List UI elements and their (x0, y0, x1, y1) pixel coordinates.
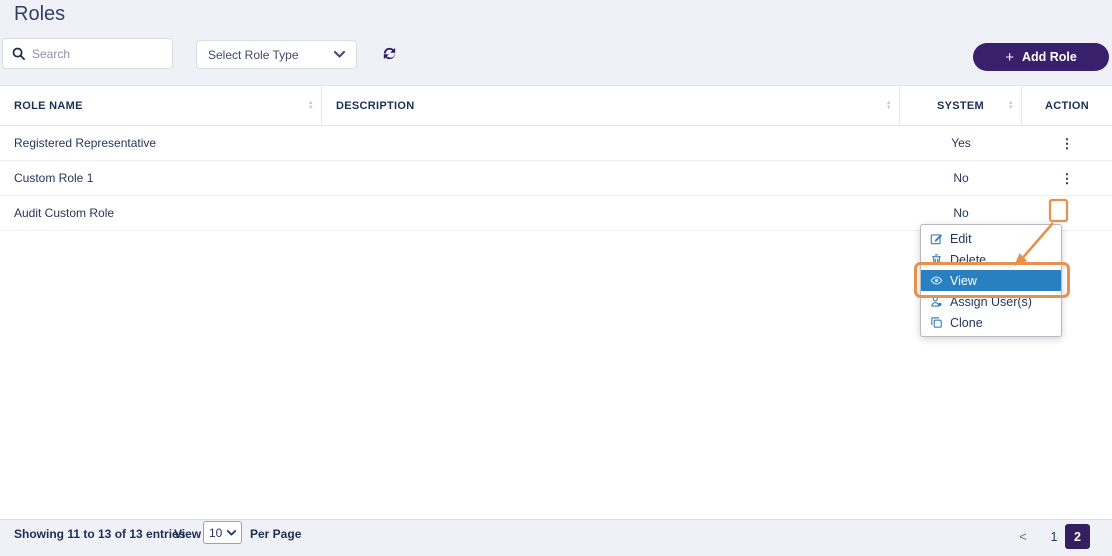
sort-icon[interactable]: ▲▼ (1008, 101, 1014, 111)
edit-icon (929, 232, 943, 246)
eye-icon (929, 274, 943, 288)
pagination-page-1-button[interactable]: 1 (1043, 524, 1065, 549)
sort-icon[interactable]: ▲▼ (886, 101, 892, 111)
system-cell: No (900, 171, 1022, 185)
role-name-cell: Audit Custom Role (0, 206, 322, 220)
menu-item-label: Assign User(s) (950, 295, 1032, 309)
action-cell: ⋮ (1022, 170, 1112, 187)
per-page-view-label: View (174, 527, 201, 541)
add-role-label: Add Role (1022, 50, 1077, 64)
refresh-icon (381, 45, 398, 62)
menu-item-delete[interactable]: Delete (921, 249, 1061, 270)
chevron-down-icon (334, 51, 345, 58)
refresh-button[interactable] (379, 43, 399, 63)
column-header-system[interactable]: SYSTEM ▲▼ (900, 86, 1022, 125)
column-header-description[interactable]: DESCRIPTION ▲▼ (322, 86, 900, 125)
page-title: Roles (14, 3, 65, 26)
row-actions-menu: Edit Delete View Assign User(s) (920, 224, 1062, 337)
table-row: Custom Role 1 No ⋮ (0, 161, 1112, 196)
plus-icon: + (1005, 50, 1014, 65)
column-header-role-name[interactable]: ROLE NAME ▲▼ (0, 86, 322, 125)
system-cell: No (900, 206, 1022, 220)
row-actions-kebab-icon[interactable]: ⋮ (1056, 170, 1079, 187)
pagination-page-2-button-active[interactable]: 2 (1065, 524, 1090, 549)
search-box[interactable] (2, 38, 173, 69)
per-page-select[interactable]: 10 (203, 521, 242, 544)
menu-item-label: Delete (950, 253, 986, 267)
trash-icon (929, 253, 943, 267)
search-input[interactable] (32, 47, 163, 61)
action-cell: ⋮ (1022, 135, 1112, 152)
entries-summary: Showing 11 to 13 of 13 entries (14, 527, 185, 541)
row-actions-kebab-icon[interactable]: ⋮ (1056, 135, 1079, 152)
column-header-label: SYSTEM (937, 100, 984, 112)
menu-item-label: View (950, 274, 977, 288)
sort-icon[interactable]: ▲▼ (308, 101, 314, 111)
action-cell: ⋮ (1022, 205, 1112, 222)
table-row: Registered Representative Yes ⋮ (0, 126, 1112, 161)
system-cell: Yes (900, 136, 1022, 150)
menu-item-label: Edit (950, 232, 972, 246)
add-role-button[interactable]: + Add Role (973, 43, 1109, 71)
per-page-value: 10 (209, 526, 222, 540)
column-header-label: DESCRIPTION (336, 100, 414, 112)
clone-icon (929, 316, 943, 330)
menu-item-clone[interactable]: Clone (921, 312, 1061, 333)
role-type-select[interactable]: Select Role Type (196, 40, 357, 69)
menu-item-view[interactable]: View (921, 270, 1061, 291)
assign-user-icon (929, 295, 943, 309)
role-name-cell: Custom Role 1 (0, 171, 322, 185)
row-actions-kebab-icon[interactable]: ⋮ (1056, 205, 1079, 222)
menu-item-assign-users[interactable]: Assign User(s) (921, 291, 1061, 312)
column-header-label: ACTION (1045, 100, 1089, 112)
menu-item-edit[interactable]: Edit (921, 228, 1061, 249)
chevron-down-icon (227, 530, 236, 536)
column-header-action: ACTION (1022, 86, 1112, 125)
role-name-cell: Registered Representative (0, 136, 322, 150)
pagination-prev-button[interactable]: < (1012, 524, 1034, 549)
menu-item-label: Clone (950, 316, 983, 330)
column-header-label: ROLE NAME (14, 100, 83, 112)
per-page-label: Per Page (250, 527, 301, 541)
table-header-row: ROLE NAME ▲▼ DESCRIPTION ▲▼ SYSTEM ▲▼ AC… (0, 86, 1112, 126)
search-icon (12, 47, 25, 60)
role-type-select-value: Select Role Type (208, 48, 299, 62)
